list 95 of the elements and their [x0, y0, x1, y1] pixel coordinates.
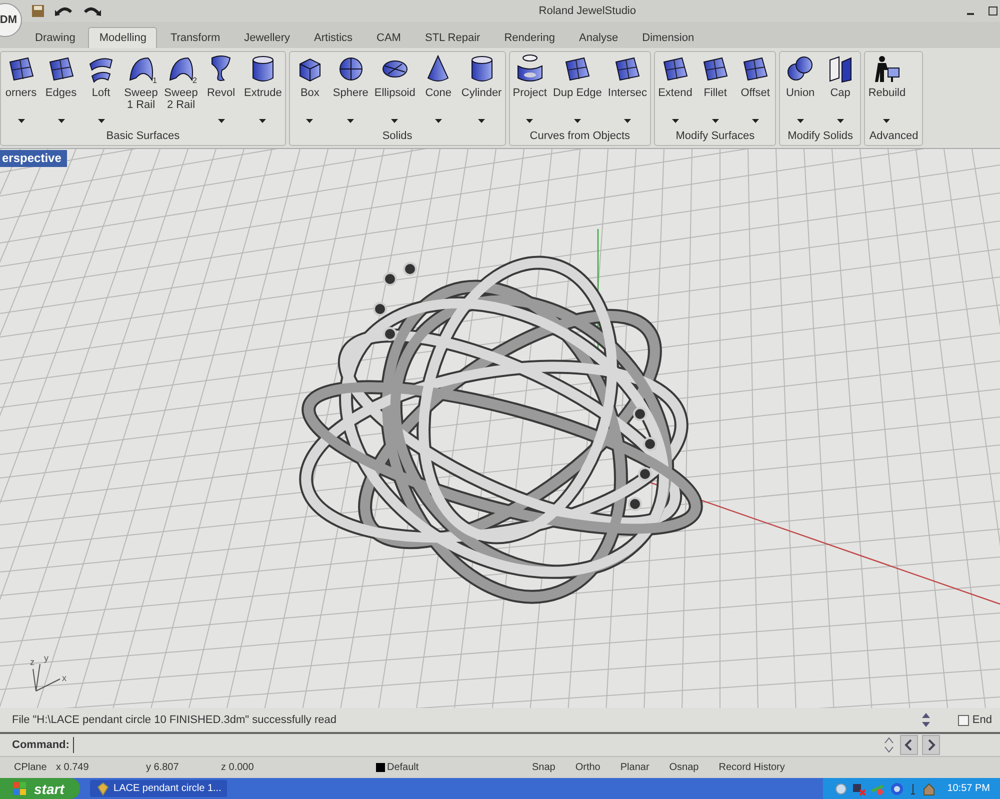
tool-button[interactable]: Sphere	[330, 52, 372, 129]
caret-icon[interactable]	[624, 119, 631, 123]
caret-icon[interactable]	[526, 119, 534, 123]
tool-button[interactable]: Box	[290, 52, 330, 129]
y-coordinate: y 6.807	[146, 762, 180, 773]
z-coordinate: z 0.000	[221, 762, 255, 773]
windows-flag-icon	[12, 780, 28, 796]
rail-count: 1	[152, 76, 157, 85]
group-title: Modify Solids	[786, 129, 854, 144]
caret-icon[interactable]	[98, 119, 104, 123]
caret-icon[interactable]	[434, 119, 442, 123]
tray-icon[interactable]	[909, 782, 918, 796]
cplane-label: CPlane	[14, 762, 48, 773]
caret-icon[interactable]	[218, 119, 224, 123]
axis-label: z	[30, 657, 34, 667]
ribbon-tab[interactable]: STL Repair	[414, 27, 492, 48]
tool-button[interactable]: Ellipsoid	[371, 52, 418, 129]
end-checkbox[interactable]	[958, 714, 970, 726]
window-title: Roland JewelStudio	[538, 5, 636, 17]
group-title: Basic Surfaces	[105, 129, 181, 144]
tool-button[interactable]: Dup Edge	[550, 52, 605, 129]
ribbon-tab[interactable]: Artistics	[303, 27, 364, 48]
x-coordinate: x 0.749	[56, 762, 90, 773]
ribbon-tab[interactable]: Jewellery	[233, 27, 302, 48]
group-title: Modify Surfaces	[674, 129, 756, 144]
tool-button[interactable]: Extend	[655, 52, 696, 129]
tool-button[interactable]: Revol	[201, 52, 241, 129]
previous-button[interactable]	[900, 735, 918, 755]
status-toggle[interactable]: Record History	[718, 762, 785, 773]
tool-button[interactable]: Extrude	[241, 52, 285, 129]
redo-icon[interactable]	[82, 5, 102, 17]
app-menu-button[interactable]: DM	[0, 3, 22, 37]
axis-label: y	[44, 653, 48, 663]
tool-button[interactable]: Rebuild	[865, 52, 909, 129]
tool-button[interactable]: Fillet	[695, 52, 736, 129]
status-toggle[interactable]: Snap	[532, 762, 556, 773]
tool-button[interactable]: Offset	[735, 52, 776, 129]
start-button[interactable]: start	[0, 778, 80, 799]
group-title: Curves from Objects	[528, 129, 632, 144]
caret-icon[interactable]	[58, 119, 64, 123]
tool-button[interactable]: Intersec	[604, 52, 650, 129]
axis-label: x	[62, 673, 66, 683]
layer-button[interactable]: Default	[387, 762, 532, 773]
caret-icon[interactable]	[796, 119, 804, 123]
group-title: Solids	[381, 129, 414, 144]
status-toggle[interactable]: Osnap	[669, 762, 699, 773]
group-title: Advanced	[868, 129, 920, 144]
tool-button[interactable]: Edges	[41, 52, 81, 129]
tool-button[interactable]: Union	[780, 52, 820, 129]
status-toggle[interactable]: Planar	[620, 762, 650, 773]
ribbon-tab[interactable]: Transform	[159, 27, 232, 48]
tool-button[interactable]: Cylinder	[458, 52, 505, 129]
caret-icon[interactable]	[574, 119, 581, 123]
ribbon-tab[interactable]: Drawing	[24, 27, 86, 48]
caret-icon[interactable]	[478, 119, 486, 123]
viewport-title[interactable]: erspective	[0, 150, 68, 167]
gem-icon	[96, 782, 110, 796]
save-icon[interactable]	[30, 3, 46, 19]
command-history-text: File "H:\LACE pendant circle 10 FINISHED.3dm" successfully read	[11, 714, 338, 726]
ribbon-tab[interactable]: Modelling	[88, 27, 158, 48]
next-button[interactable]	[922, 735, 940, 755]
rail-count: 2	[192, 76, 197, 85]
tool-button[interactable]: Sweep 1 Rail 1	[121, 52, 161, 129]
tool-button[interactable]: Cone	[418, 52, 458, 129]
ribbon-tab[interactable]: Dimension	[631, 27, 706, 48]
ribbon-tab[interactable]: CAM	[366, 27, 412, 48]
restore-icon[interactable]	[986, 5, 1000, 17]
caret-icon[interactable]	[306, 119, 314, 123]
tool-button[interactable]: Sweep 2 Rail 2	[161, 52, 201, 129]
command-label: Command:	[12, 739, 70, 751]
status-toggle[interactable]: Ortho	[575, 762, 600, 773]
caret-icon[interactable]	[347, 119, 354, 123]
network-icon[interactable]	[852, 782, 866, 796]
caret-icon[interactable]	[391, 119, 398, 123]
tool-button[interactable]: orners	[1, 52, 41, 129]
ribbon-tab[interactable]: Rendering	[493, 27, 566, 48]
tool-button[interactable]: Cap	[820, 52, 860, 129]
taskbar-button[interactable]: LACE pendant circle 1...	[90, 780, 228, 797]
tool-button[interactable]: Loft	[81, 52, 121, 129]
ribbon-tab[interactable]: Analyse	[568, 27, 630, 48]
tool-button[interactable]: Project	[510, 52, 550, 129]
caret-icon[interactable]	[259, 119, 266, 123]
spinner-icon[interactable]	[882, 736, 896, 754]
clock: 10:57 PM	[947, 783, 990, 794]
caret-icon[interactable]	[18, 119, 24, 123]
caret-icon[interactable]	[883, 119, 890, 123]
caret-icon[interactable]	[712, 119, 719, 123]
caret-icon[interactable]	[752, 119, 759, 123]
caret-icon[interactable]	[672, 119, 679, 123]
axis-icon	[32, 664, 60, 692]
checkbox-label: End	[972, 714, 992, 726]
undo-icon[interactable]	[54, 5, 74, 17]
caret-icon[interactable]	[836, 119, 844, 123]
tray-icon[interactable]	[890, 782, 904, 796]
projection-icon	[514, 54, 545, 84]
